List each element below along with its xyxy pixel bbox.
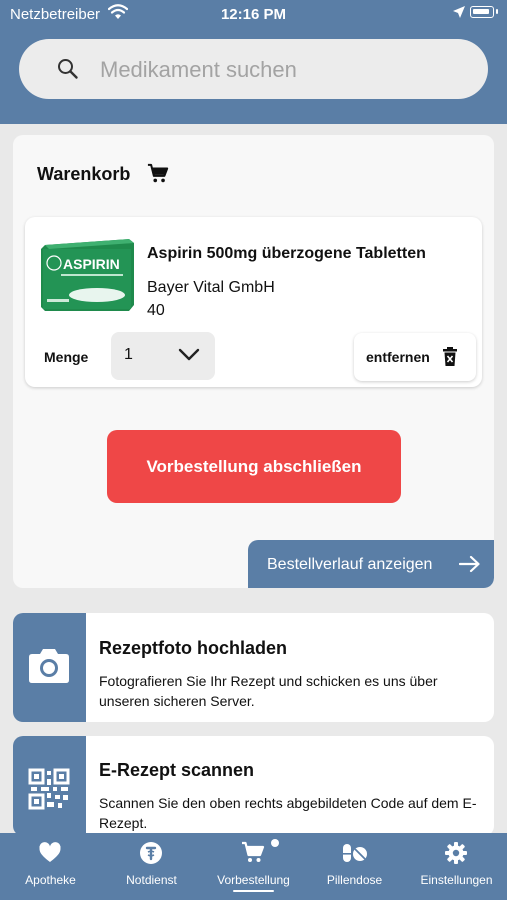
tab-label: Pillendose bbox=[326, 873, 383, 887]
upload-prescription-tile[interactable]: Rezeptfoto hochladen Fotografieren Sie I… bbox=[13, 613, 494, 722]
gear-icon bbox=[444, 841, 468, 865]
order-history-label: Bestellverlauf anzeigen bbox=[267, 556, 433, 573]
product-image: ASPIRIN bbox=[39, 237, 136, 314]
emergency-icon bbox=[139, 841, 163, 865]
tab-notdienst[interactable]: Notdienst bbox=[101, 833, 202, 900]
clock: 12:16 PM bbox=[220, 6, 287, 23]
product-pack-size: 40 bbox=[147, 302, 165, 319]
camera-icon bbox=[28, 646, 70, 689]
tile-description: Scannen Sie den oben rechts abgebildeten… bbox=[99, 795, 477, 831]
tab-apotheke[interactable]: Apotheke bbox=[0, 833, 101, 900]
tab-label: Apotheke bbox=[25, 873, 76, 887]
cart-item: ASPIRIN Aspirin 500mg überzogene Tablett… bbox=[25, 217, 482, 387]
tile-title: E-Rezept scannen bbox=[99, 760, 255, 780]
product-name: Aspirin 500mg überzogene Tabletten bbox=[147, 245, 426, 262]
trash-icon bbox=[442, 347, 458, 372]
search-icon bbox=[57, 58, 79, 85]
tab-label: Vorbestellung bbox=[217, 873, 290, 887]
battery-icon bbox=[470, 6, 498, 18]
status-bar: Netzbetreiber 12:16 PM bbox=[0, 0, 507, 28]
tile-title: Rezeptfoto hochladen bbox=[99, 638, 287, 658]
quantity-value: 1 bbox=[124, 346, 133, 363]
heart-icon bbox=[38, 841, 62, 865]
qr-code-icon bbox=[28, 768, 70, 815]
tab-einstellungen[interactable]: Einstellungen bbox=[406, 833, 507, 900]
notification-dot bbox=[271, 839, 279, 847]
tab-vorbestellung[interactable]: Vorbestellung bbox=[203, 833, 304, 900]
product-manufacturer: Bayer Vital GmbH bbox=[147, 279, 275, 296]
tab-label: Einstellungen bbox=[420, 873, 493, 887]
app-header: Netzbetreiber 12:16 PM Medikament suchen bbox=[0, 0, 507, 124]
cart-title: Warenkorb bbox=[37, 164, 131, 184]
tile-icon-panel bbox=[13, 613, 86, 722]
remove-label: entfernen bbox=[366, 349, 430, 365]
cart-card: Warenkorb ASPIRIN Aspirin 500mg überzoge… bbox=[13, 135, 494, 588]
pills-icon bbox=[342, 841, 367, 865]
cart-icon bbox=[147, 163, 169, 190]
tile-icon-panel bbox=[13, 736, 86, 836]
tab-pillendose[interactable]: Pillendose bbox=[304, 833, 405, 900]
tile-description: Fotografieren Sie Ihr Rezept und schicke… bbox=[99, 673, 438, 709]
location-arrow-icon bbox=[452, 5, 466, 23]
scan-e-prescription-tile[interactable]: E-Rezept scannen Scannen Sie den oben re… bbox=[13, 736, 494, 836]
tab-bar: Apotheke Notdienst Vorbestellung Pillend… bbox=[0, 833, 507, 900]
cart-icon bbox=[241, 841, 265, 865]
quantity-select[interactable]: 1 bbox=[111, 332, 215, 380]
product-image-brand: ASPIRIN bbox=[63, 256, 120, 272]
order-history-button[interactable]: Bestellverlauf anzeigen bbox=[248, 540, 494, 588]
active-tab-indicator bbox=[233, 890, 274, 892]
chevron-down-icon bbox=[178, 348, 200, 367]
arrow-right-icon bbox=[458, 555, 481, 578]
search-input[interactable]: Medikament suchen bbox=[19, 39, 488, 99]
submit-preorder-button[interactable]: Vorbestellung abschließen bbox=[107, 430, 401, 503]
remove-button[interactable]: entfernen bbox=[354, 333, 476, 381]
search-placeholder: Medikament suchen bbox=[100, 57, 297, 82]
tab-label: Notdienst bbox=[126, 873, 177, 887]
quantity-label: Menge bbox=[44, 349, 89, 365]
